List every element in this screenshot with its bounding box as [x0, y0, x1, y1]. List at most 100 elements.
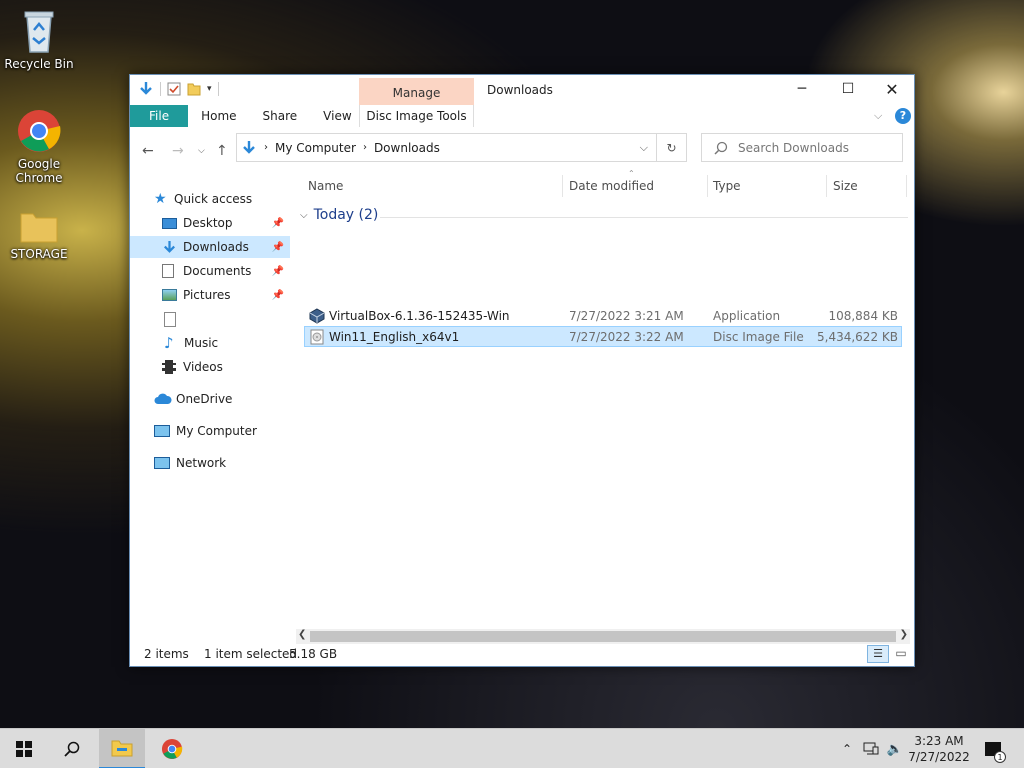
folder-icon [20, 213, 58, 243]
column-header-name[interactable]: Name [308, 177, 343, 195]
file-name: Win11_English_x64v1 [329, 329, 460, 344]
search-placeholder: Search Downloads [738, 140, 849, 155]
address-bar[interactable]: › My Computer › Downloads ⌵ [236, 133, 657, 162]
file-date: 7/27/2022 3:22 AM [569, 329, 684, 344]
window-title: Downloads [487, 83, 553, 97]
nav-item-quick-access[interactable]: ★ Quick access [154, 188, 290, 210]
tab-view[interactable]: View [310, 105, 364, 127]
nav-label: Downloads [183, 240, 249, 254]
search-icon [714, 141, 728, 155]
taskbar-file-explorer[interactable] [99, 729, 145, 768]
file-date: 7/27/2022 3:21 AM [569, 308, 684, 323]
column-header-size[interactable]: Size [833, 177, 858, 195]
download-arrow-icon[interactable] [138, 81, 154, 97]
desktop-icon-recycle-bin[interactable]: Recycle Bin [0, 8, 78, 71]
action-center-button[interactable]: 1 [978, 729, 1008, 768]
file-size: 108,884 KB [828, 308, 898, 323]
nav-item-downloads[interactable]: Downloads 📌 [130, 236, 290, 258]
pin-icon[interactable]: 📌 [272, 218, 284, 229]
scrollbar-thumb[interactable] [310, 631, 896, 642]
search-input[interactable]: Search Downloads [701, 133, 903, 162]
tab-home[interactable]: Home [188, 105, 249, 127]
taskbar-chrome[interactable] [149, 729, 195, 768]
ribbon-tabs: File Home Share View [130, 105, 914, 127]
start-button[interactable] [1, 729, 47, 768]
nav-label: Pictures [183, 288, 231, 302]
desktop-icon-google-chrome[interactable]: Google Chrome [0, 108, 78, 185]
search-button[interactable] [49, 729, 95, 768]
file-type: Application [713, 308, 781, 323]
address-dropdown-icon[interactable]: ⌵ [640, 141, 648, 155]
desktop-icon [162, 217, 177, 229]
recent-locations-icon[interactable]: ⌵ [198, 146, 205, 156]
scroll-left-icon[interactable]: ❮ [298, 629, 306, 640]
tab-disc-image-tools[interactable]: Disc Image Tools [359, 105, 474, 127]
nav-item-my-computer[interactable]: My Computer [154, 420, 290, 442]
pin-icon[interactable]: 📌 [272, 290, 284, 301]
minimize-button[interactable]: ─ [779, 75, 825, 103]
large-icons-view-button[interactable]: ▭ [891, 645, 911, 663]
customize-toolbar-icon[interactable]: ▾ [207, 84, 212, 94]
back-button[interactable]: ← [142, 143, 154, 159]
tab-share[interactable]: Share [250, 105, 311, 127]
up-button[interactable]: ↑ [216, 143, 228, 159]
cloud-icon [154, 393, 172, 404]
properties-icon[interactable] [167, 82, 181, 96]
breadcrumb-downloads[interactable]: Downloads [374, 141, 440, 155]
pin-icon[interactable]: 📌 [272, 242, 284, 253]
scroll-right-icon[interactable]: ❯ [900, 629, 908, 640]
chrome-icon [161, 738, 183, 760]
disc-image-icon [310, 329, 324, 344]
file-list: Name ⌃ Date modified Type Size ⌵ Today (… [296, 169, 910, 625]
nav-item-music[interactable]: ♪ Music [130, 332, 290, 354]
blank-file-icon [164, 311, 176, 327]
file-size: 5,434,622 KB [817, 329, 898, 344]
group-header-today[interactable]: ⌵ Today (2) [300, 207, 378, 223]
desktop-icon-storage[interactable]: STORAGE [0, 208, 78, 261]
item-count: 2 items [144, 647, 189, 661]
nav-item-pictures[interactable]: Pictures 📌 [130, 284, 290, 306]
nav-item-desktop[interactable]: Desktop 📌 [130, 212, 290, 234]
file-type: Disc Image File [713, 329, 804, 344]
details-view-button[interactable]: ☰ [867, 645, 889, 663]
navigation-pane: ★ Quick access Desktop 📌 Downloads 📌 Doc… [130, 175, 290, 615]
show-hidden-icons-button[interactable]: ⌃ [838, 729, 856, 768]
forward-button[interactable]: → [172, 143, 184, 159]
expand-ribbon-icon[interactable]: ⌵ [874, 109, 882, 123]
nav-item-onedrive[interactable]: OneDrive [154, 388, 290, 410]
music-note-icon: ♪ [164, 334, 174, 352]
clock[interactable]: 3:23 AM 7/27/2022 [908, 729, 970, 768]
breadcrumb-my-computer[interactable]: My Computer [275, 141, 356, 155]
network-icon [863, 742, 879, 755]
pin-icon[interactable]: 📌 [272, 266, 284, 277]
column-header-date-modified[interactable]: Date modified [569, 177, 654, 195]
help-icon[interactable]: ? [895, 108, 911, 124]
network-tray-icon[interactable] [860, 729, 882, 768]
quick-access-toolbar: ▾ [138, 81, 219, 97]
file-row-virtualbox[interactable]: VirtualBox-6.1.36-152435-Win 7/27/2022 3… [304, 305, 902, 326]
nav-item-documents[interactable]: Documents 📌 [130, 260, 290, 282]
clock-date: 7/27/2022 [908, 750, 970, 764]
virtualbox-icon [309, 307, 325, 324]
maximize-button[interactable]: ☐ [825, 75, 871, 103]
nav-item-videos[interactable]: Videos [130, 356, 290, 378]
download-arrow-icon [243, 140, 255, 154]
clock-time: 3:23 AM [914, 734, 964, 748]
volume-tray-icon[interactable]: 🔈 [884, 729, 906, 768]
file-name: VirtualBox-6.1.36-152435-Win [329, 308, 510, 323]
desktop-icon-label: Google Chrome [15, 157, 63, 185]
nav-label: OneDrive [176, 392, 233, 406]
close-button[interactable]: ✕ [869, 75, 915, 103]
refresh-button[interactable]: ↻ [657, 133, 687, 162]
new-folder-icon[interactable] [187, 82, 201, 96]
status-bar: 2 items 1 item selected 5.18 GB ☰ ▭ [130, 642, 914, 666]
chrome-icon [18, 110, 61, 152]
breadcrumb-separator[interactable]: › [264, 142, 268, 153]
tab-file[interactable]: File [130, 105, 189, 127]
nav-item-network[interactable]: Network [154, 452, 290, 474]
selection-count: 1 item selected [204, 647, 298, 661]
nav-item-blank[interactable] [130, 308, 290, 330]
breadcrumb-separator[interactable]: › [363, 142, 367, 153]
column-header-type[interactable]: Type [713, 177, 741, 195]
file-row-win11-iso[interactable]: Win11_English_x64v1 7/27/2022 3:22 AM Di… [304, 326, 902, 347]
